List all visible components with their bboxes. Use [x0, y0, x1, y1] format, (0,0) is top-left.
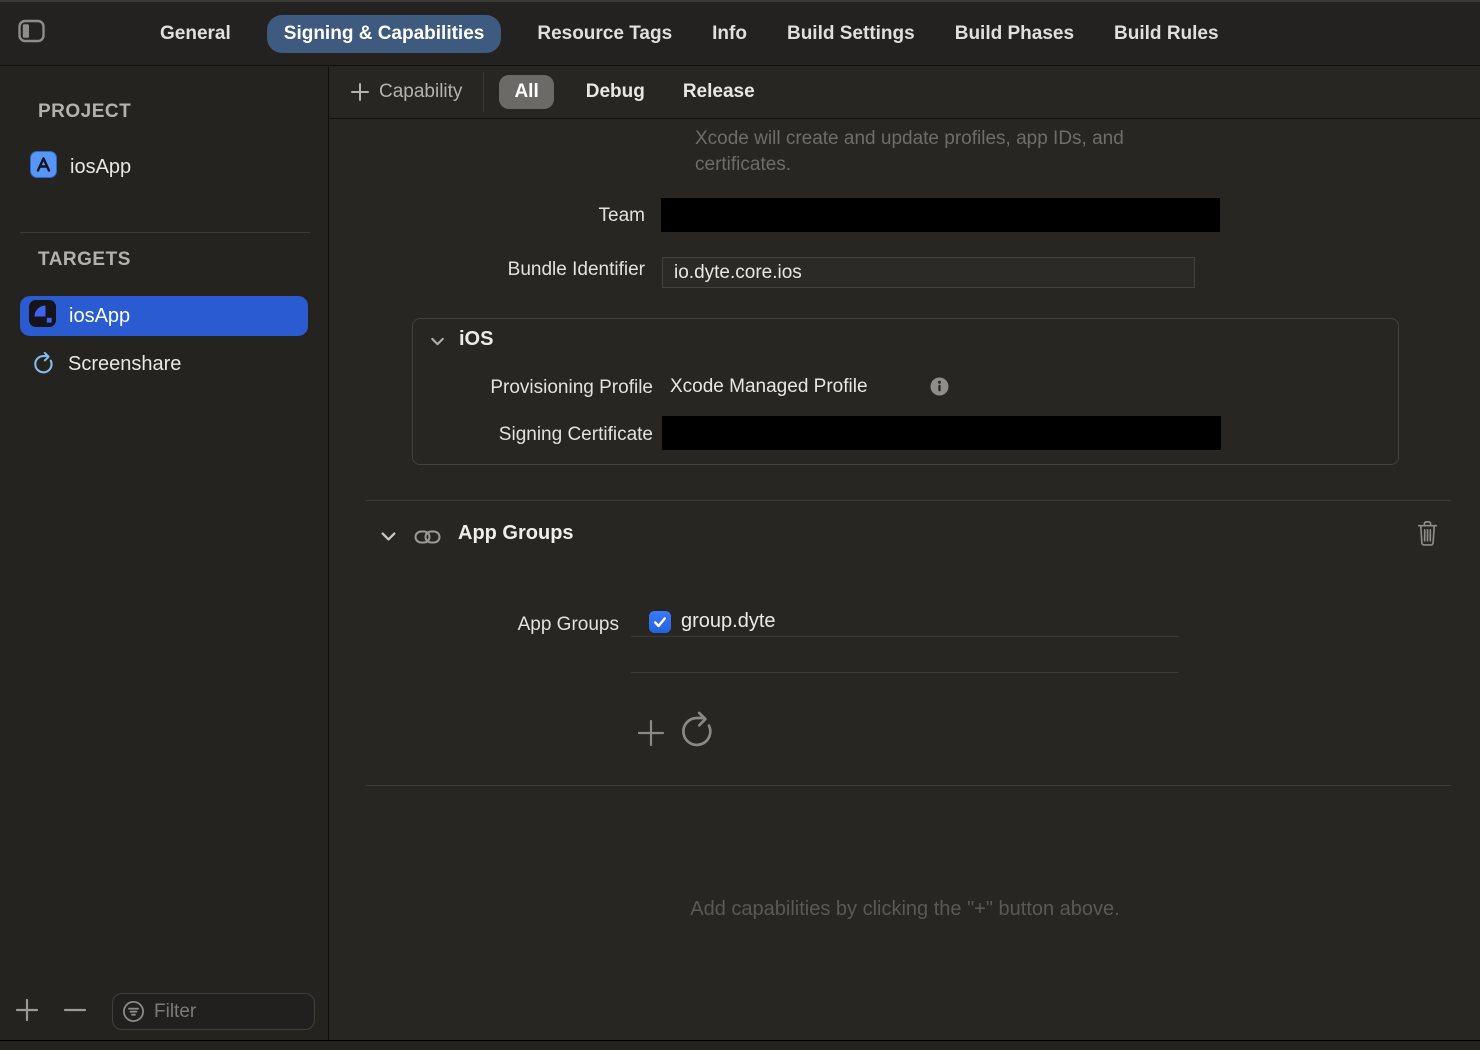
configuration-segments: All Debug Release [499, 75, 760, 109]
toolbar-divider [483, 72, 484, 112]
list-row-divider [631, 672, 1179, 673]
project-row-label: iosApp [70, 156, 131, 179]
provisioning-profile-label: Provisioning Profile [413, 377, 653, 399]
target-row-label: Screenshare [68, 353, 181, 376]
target-row-screenshare[interactable]: Screenshare [32, 349, 181, 379]
add-app-group-button[interactable] [635, 717, 667, 749]
tab-signing-capabilities[interactable]: Signing & Capabilities [267, 15, 502, 53]
ios-box-title: iOS [459, 328, 493, 351]
info-icon[interactable] [930, 377, 949, 396]
project-targets-sidebar: PROJECT iosApp TARGETS iosApp Screenshar… [0, 67, 329, 1040]
refresh-app-groups-button[interactable] [670, 705, 724, 759]
tab-resource-tags[interactable]: Resource Tags [533, 15, 676, 53]
capability-toolbar: Capability All Debug Release [330, 66, 1480, 119]
segment-all[interactable]: All [499, 75, 553, 109]
app-group-item-label: group.dyte [681, 610, 776, 633]
section-separator [366, 785, 1451, 786]
tab-info[interactable]: Info [708, 15, 751, 53]
tab-general[interactable]: General [156, 15, 235, 53]
delete-capability-trash-icon[interactable] [1416, 520, 1439, 552]
plus-icon [350, 82, 370, 102]
segment-release[interactable]: Release [677, 75, 761, 109]
targets-section-header: TARGETS [38, 249, 131, 271]
target-row-label: iosApp [69, 305, 130, 328]
signing-certificate-redacted[interactable] [662, 416, 1221, 450]
sidebar-toggle-icon [18, 19, 45, 48]
app-groups-collapse-chevron-icon[interactable] [378, 526, 399, 547]
tab-build-settings[interactable]: Build Settings [783, 15, 919, 53]
editor-tabs: General Signing & Capabilities Resource … [156, 15, 1223, 53]
section-separator [366, 500, 1451, 501]
tab-build-phases[interactable]: Build Phases [951, 15, 1078, 53]
app-group-checkbox[interactable] [649, 611, 671, 633]
segment-debug[interactable]: Debug [580, 75, 651, 109]
signing-certificate-label: Signing Certificate [413, 424, 653, 446]
add-capability-button[interactable]: Capability [350, 81, 462, 103]
remove-target-button[interactable] [60, 995, 90, 1025]
add-capabilities-hint: Add capabilities by clicking the "+" but… [330, 898, 1480, 921]
team-label: Team [330, 205, 645, 227]
filter-icon [122, 1000, 145, 1023]
app-groups-list-label: App Groups [330, 614, 619, 636]
xcode-window: General Signing & Capabilities Resource … [0, 0, 1480, 1050]
sidebar-divider [20, 232, 310, 233]
app-groups-link-icon [414, 527, 441, 547]
ios-signing-box: iOS Provisioning Profile Xcode Managed P… [412, 318, 1399, 465]
target-row-iosapp[interactable]: iosApp [20, 296, 308, 336]
signing-capabilities-editor: Capability All Debug Release Xcode will … [330, 66, 1480, 1040]
add-target-button[interactable] [12, 995, 42, 1025]
list-row-divider [631, 636, 1179, 637]
editor-tab-bar: General Signing & Capabilities Resource … [0, 0, 1480, 66]
tab-build-rules[interactable]: Build Rules [1110, 15, 1223, 53]
capabilities-scroll-area: Xcode will create and update profiles, a… [330, 119, 1480, 1039]
dyte-app-icon [29, 300, 56, 332]
signing-help-text: Xcode will create and update profiles, a… [695, 128, 1124, 150]
app-groups-section-title: App Groups [458, 522, 574, 545]
sidebar-toggle-button[interactable] [16, 20, 46, 48]
filter-field[interactable] [112, 993, 315, 1030]
xcode-project-icon [30, 151, 57, 183]
project-section-header: PROJECT [38, 101, 131, 123]
ios-collapse-chevron-icon[interactable] [428, 332, 447, 351]
bundle-identifier-input[interactable] [662, 257, 1195, 288]
bundle-identifier-label: Bundle Identifier [330, 259, 645, 281]
screenshare-refresh-icon [27, 348, 60, 381]
signing-help-text: certificates. [695, 154, 791, 176]
project-row-iosapp[interactable]: iosApp [30, 149, 131, 185]
add-capability-label: Capability [379, 81, 462, 103]
filter-input[interactable] [154, 1001, 305, 1023]
provisioning-profile-value: Xcode Managed Profile [670, 376, 868, 398]
team-value-redacted[interactable] [661, 198, 1220, 232]
window-bottom-strip [0, 1040, 1480, 1050]
